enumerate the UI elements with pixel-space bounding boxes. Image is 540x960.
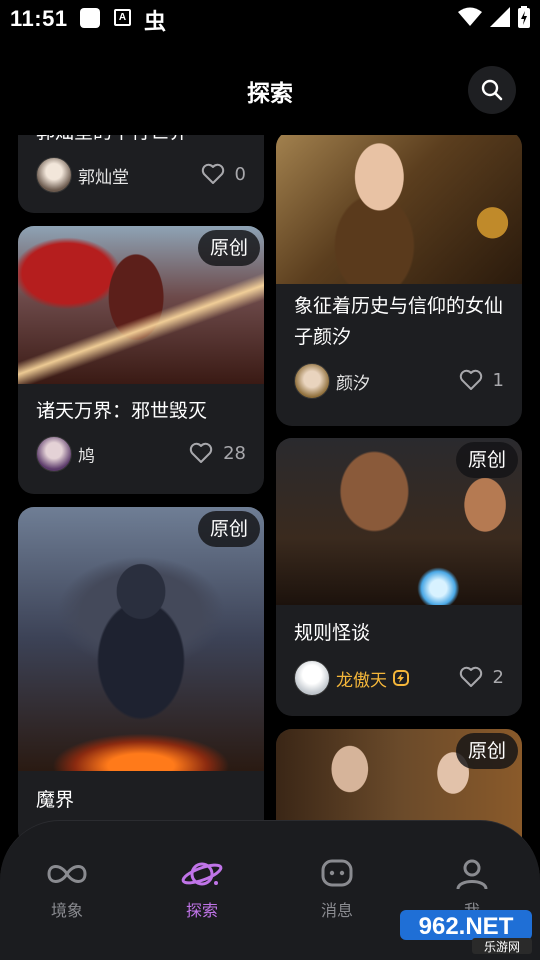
tab-messages[interactable]: 消息 — [287, 859, 387, 921]
battery-icon — [518, 6, 530, 28]
card-author[interactable]: 龙傲天 — [294, 660, 409, 696]
original-badge: 原创 — [455, 733, 518, 769]
heart-icon — [189, 442, 213, 463]
verified-creator-icon — [393, 670, 409, 686]
author-name: 颜汐 — [336, 373, 370, 394]
story-card[interactable]: 象征着历史与信仰的女仙子颜汐 颜汐 1 — [276, 135, 522, 426]
author-name: 鸠 — [78, 446, 95, 467]
card-title: 诸天万界：邪世毁灭 — [36, 400, 208, 422]
notification-a-icon: A — [114, 9, 131, 26]
original-badge: 原创 — [197, 511, 260, 547]
avatar — [294, 363, 330, 399]
card-author[interactable]: 颜汐 — [294, 363, 370, 399]
like-button[interactable]: 1 — [459, 369, 504, 391]
heart-icon — [201, 163, 224, 184]
tab-label: 探索 — [185, 901, 218, 920]
search-icon — [481, 79, 503, 101]
author-name: 郭灿堂 — [78, 167, 129, 188]
status-time: 11:51 — [10, 6, 68, 31]
card-author[interactable]: 郭灿堂 — [36, 157, 129, 193]
card-title: 郭灿堂的平行世界 — [36, 135, 250, 148]
tab-label: 境象 — [50, 901, 83, 920]
svg-text:962.NET: 962.NET — [419, 913, 514, 940]
story-card[interactable]: 原创 规则怪谈 龙傲天 2 — [276, 438, 522, 716]
original-badge: 原创 — [455, 442, 518, 478]
heart-icon — [459, 369, 482, 390]
notification-app-icon — [80, 8, 100, 28]
status-bar: 11:51 A 虫 — [0, 0, 540, 36]
chat-bubble-icon — [321, 859, 353, 887]
like-count: 2 — [492, 666, 504, 688]
original-badge: 原创 — [197, 230, 260, 266]
wifi-icon — [458, 7, 482, 26]
card-title: 规则怪谈 — [294, 622, 371, 644]
tab-explore[interactable]: 探索 — [152, 859, 252, 921]
card-cover-image — [276, 135, 522, 284]
search-button[interactable] — [468, 66, 516, 114]
like-button[interactable]: 28 — [189, 442, 246, 464]
card-author[interactable]: 鸠 — [36, 436, 95, 472]
author-name: 龙傲天 — [336, 670, 387, 691]
page-title: 探索 — [247, 81, 293, 107]
like-count: 28 — [223, 442, 246, 464]
page-header: 探索 — [0, 36, 540, 136]
person-icon — [456, 859, 488, 890]
site-watermark-logo: 962.NET 乐游网 — [396, 906, 536, 956]
story-card[interactable]: 原创 诸天万界：邪世毁灭 鸠 28 — [18, 226, 264, 494]
planet-icon — [181, 862, 223, 886]
story-card[interactable]: 郭灿堂的平行世界 郭灿堂 0 — [18, 135, 264, 213]
like-button[interactable]: 0 — [201, 163, 246, 185]
story-card[interactable]: 原创 魔界 — [18, 507, 264, 847]
avatar — [294, 660, 330, 696]
svg-text:乐游网: 乐游网 — [484, 940, 520, 954]
avatar — [36, 436, 72, 472]
notification-bug-icon: 虫 — [144, 10, 167, 35]
card-title: 象征着历史与信仰的女仙子颜汐 — [294, 295, 504, 348]
like-count: 0 — [234, 163, 246, 185]
tab-label: 消息 — [320, 901, 353, 920]
card-title: 魔界 — [36, 789, 75, 811]
tab-jingxiang[interactable]: 境象 — [17, 859, 117, 921]
like-button[interactable]: 2 — [459, 666, 504, 688]
signal-icon — [490, 7, 510, 27]
heart-icon — [459, 666, 482, 687]
infinity-icon — [47, 865, 87, 883]
like-count: 1 — [492, 369, 504, 391]
avatar — [36, 157, 72, 193]
